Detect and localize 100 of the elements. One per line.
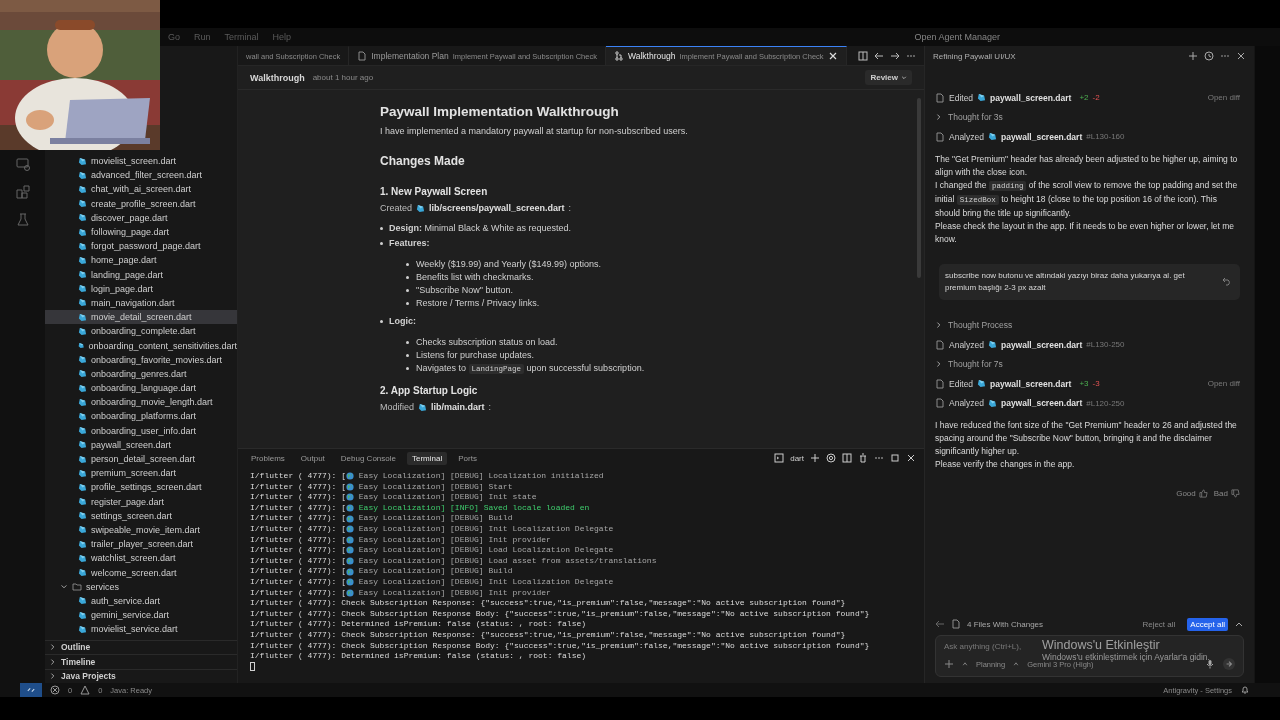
split-editor-icon[interactable]	[858, 50, 868, 61]
step-action: Analyzed	[949, 398, 984, 409]
maximize-icon[interactable]	[890, 453, 900, 463]
log-prefix: I/flutter ( 4777): [	[250, 513, 346, 524]
section-header[interactable]: Timeline	[61, 656, 96, 667]
undo-icon[interactable]	[1222, 275, 1232, 286]
subsection-heading: 1. New Paywall Screen	[380, 186, 489, 197]
remote-button[interactable]	[20, 683, 42, 697]
file-link[interactable]: paywall_screen.dart	[990, 378, 1072, 389]
list-item-text: Benefits list with checkmarks.	[416, 272, 534, 282]
panel-tab[interactable]: Ports	[453, 451, 482, 465]
file-icon	[78, 397, 87, 407]
log-prefix: I/flutter ( 4777): [	[250, 587, 346, 599]
bullet-text: Design: Minimal Black & White as requested.	[389, 223, 572, 233]
file-link[interactable]: paywall_screen.dart	[1000, 339, 1083, 350]
file-icon	[416, 203, 426, 213]
terminal-cursor	[250, 661, 255, 671]
shell-name[interactable]: dart	[790, 453, 804, 463]
log-message: Easy Localization] [DEBUG] Init Localization Delegate	[357, 523, 614, 535]
chevron-icon[interactable]	[935, 113, 943, 122]
close-icon[interactable]	[906, 453, 916, 463]
file-link[interactable]: paywall_screen.dart	[1000, 131, 1083, 142]
step-action: Edited	[949, 378, 974, 389]
document-title: Paywall Implementation Walkthrough	[380, 104, 620, 119]
changes-summary[interactable]: 4 Files With Changes	[967, 619, 1044, 629]
step-action: Edited	[949, 92, 974, 103]
remote-icon	[27, 686, 35, 694]
plus-icon[interactable]	[1188, 51, 1198, 61]
colon-text: :	[568, 203, 572, 213]
panel-tab[interactable]: Debug Console	[335, 451, 401, 465]
section-header[interactable]: Java Projects	[61, 671, 116, 682]
file-link[interactable]: paywall_screen.dart	[990, 92, 1072, 103]
file-link[interactable]: lib/screens/paywall_screen.dart	[429, 203, 565, 213]
at-sign-icon[interactable]	[826, 453, 836, 463]
step-action: Analyzed	[949, 131, 984, 142]
back-arrow-icon[interactable]	[874, 50, 884, 61]
file-icon	[78, 326, 87, 336]
history-icon[interactable]	[1204, 51, 1214, 61]
close-icon[interactable]	[1236, 51, 1246, 61]
log-prefix: I/flutter ( 4777): [	[250, 576, 346, 588]
branch-icon	[613, 51, 624, 61]
thumbs-down-icon	[1231, 489, 1240, 498]
bullet-icon	[406, 302, 409, 305]
file-icon	[78, 355, 87, 365]
document-icon	[935, 378, 945, 389]
trash-icon[interactable]	[858, 453, 868, 463]
colon-text: :	[488, 402, 492, 412]
file-icon	[78, 255, 87, 265]
split-panel-icon[interactable]	[842, 453, 852, 463]
list-item-text: Listens for purchase updates.	[416, 350, 535, 360]
log-message: Easy Localization] [DEBUG] Load asset from assets/translations	[357, 555, 657, 567]
chevron-icon[interactable]	[935, 321, 943, 330]
section-header[interactable]: Outline	[61, 642, 91, 653]
message-paragraph: Please verify the changes in the app.	[935, 458, 1076, 471]
remote-explorer-icon[interactable]	[14, 156, 31, 172]
log-message: Easy Localization] [DEBUG] Load Localization Delegate	[357, 545, 614, 556]
document-icon	[935, 131, 945, 142]
send-icon[interactable]	[1223, 658, 1235, 670]
list-item-text: "Subscribe Now" button.	[416, 285, 513, 295]
log-prefix: I/flutter ( 4777): [	[250, 534, 346, 546]
log-line: I/flutter ( 4777): Check Subscription Response Body: {"success":true,"is_premium":false,"message":"No active subscription found"}	[250, 608, 870, 620]
review-button[interactable]: Review	[865, 70, 912, 85]
file-icon	[78, 624, 87, 634]
open-diff-link[interactable]: Open diff	[1207, 379, 1240, 389]
chevron-icon[interactable]	[60, 582, 68, 591]
agent-manager-link[interactable]: Open Agent Manager	[914, 32, 1000, 42]
panel-tab[interactable]: Output	[295, 451, 330, 465]
log-message: Easy Localization] [DEBUG] Init Localization Delegate	[357, 576, 614, 588]
forward-arrow-icon[interactable]	[890, 50, 900, 61]
removed-count: -3	[1092, 379, 1100, 389]
file-link[interactable]: lib/main.dart	[431, 402, 485, 412]
file-icon	[987, 398, 997, 408]
file-icon	[987, 132, 997, 142]
thought-toggle[interactable]: Thought for 7s	[948, 359, 1003, 370]
good-button[interactable]: Good	[1176, 489, 1208, 498]
chevron-icon[interactable]	[935, 360, 943, 369]
bell-icon[interactable]	[1240, 685, 1250, 695]
thought-toggle[interactable]: Thought Process	[948, 320, 1013, 331]
conversation-title: Refining Paywall UI/UX	[933, 51, 1016, 61]
line-range: #L130-160	[1086, 132, 1125, 142]
panel-tab[interactable]: Problems	[246, 451, 290, 465]
bullet-icon	[380, 227, 383, 230]
accept-all-button[interactable]: Accept all	[1187, 617, 1228, 631]
file-link[interactable]: paywall_screen.dart	[1000, 398, 1083, 409]
file-tree-item[interactable]: movie_detail_screen.dart	[45, 310, 237, 325]
file-icon	[418, 402, 428, 412]
thought-toggle[interactable]: Thought for 3s	[948, 112, 1003, 123]
reject-all-button[interactable]: Reject all	[1136, 618, 1182, 630]
close-icon[interactable]	[827, 51, 838, 61]
plus-icon[interactable]	[944, 659, 954, 669]
plus-icon[interactable]	[810, 453, 820, 463]
document-icon	[357, 51, 368, 61]
bullet-text: Features:	[389, 238, 430, 248]
terminal-icon	[774, 453, 785, 463]
bad-button[interactable]: Bad	[1213, 489, 1240, 498]
panel-tab[interactable]: Terminal	[406, 451, 448, 465]
open-diff-link[interactable]: Open diff	[1207, 93, 1240, 103]
log-prefix: I/flutter ( 4777): [	[250, 555, 346, 567]
timestamp: about 1 hour ago	[312, 73, 374, 82]
caret-up-icon	[1013, 661, 1020, 667]
